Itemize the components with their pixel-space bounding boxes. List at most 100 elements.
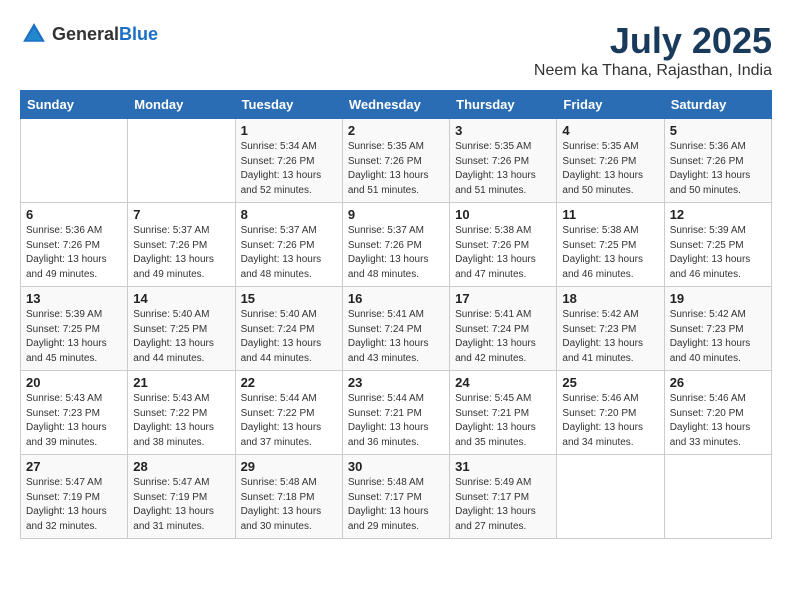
day-cell: 18 Sunrise: 5:42 AMSunset: 7:23 PMDayligh… (557, 287, 664, 371)
day-cell: 14 Sunrise: 5:40 AMSunset: 7:25 PMDayligh… (128, 287, 235, 371)
day-detail: Sunrise: 5:40 AMSunset: 7:25 PMDaylight:… (133, 308, 229, 366)
day-cell: 4 Sunrise: 5:35 AMSunset: 7:26 PMDaylight… (557, 119, 664, 203)
day-cell: 10Sunrise: 5:38 AMSunset: 7:26 PMDayligh… (450, 203, 557, 287)
day-cell: 30 Sunrise: 5:48 AMSunset: 7:17 PMDayligh… (342, 455, 449, 539)
weekday-header-tuesday: Tuesday (235, 91, 342, 119)
day-detail: Sunrise: 5:47 AMSunset: 7:19 PMDaylight:… (26, 476, 122, 534)
day-cell: 9Sunrise: 5:37 AMSunset: 7:26 PMDaylight… (342, 203, 449, 287)
month-title: July 2025 (534, 20, 772, 62)
day-detail: Sunrise: 5:39 AMSunset: 7:25 PMDaylight:… (670, 224, 766, 282)
day-cell: 11 Sunrise: 5:38 AMSunset: 7:25 PMDayligh… (557, 203, 664, 287)
day-number: 3 (455, 123, 551, 138)
day-cell: 12 Sunrise: 5:39 AMSunset: 7:25 PMDayligh… (664, 203, 771, 287)
logo: GeneralBlue (20, 20, 158, 48)
weekday-header-friday: Friday (557, 91, 664, 119)
day-detail: Sunrise: 5:37 AMSunset: 7:26 PMDaylight:… (241, 224, 337, 282)
day-detail: Sunrise: 5:39 AMSunset: 7:25 PMDaylight:… (26, 308, 122, 366)
day-detail: Sunrise: 5:35 AMSunset: 7:26 PMDaylight:… (562, 140, 658, 198)
day-detail: Sunrise: 5:43 AMSunset: 7:22 PMDaylight:… (133, 392, 229, 450)
day-number: 13 (26, 291, 122, 306)
week-row-3: 13 Sunrise: 5:39 AMSunset: 7:25 PMDayligh… (21, 287, 772, 371)
day-number: 16 (348, 291, 444, 306)
location-title: Neem ka Thana, Rajasthan, India (534, 62, 772, 80)
day-cell: 3 Sunrise: 5:35 AMSunset: 7:26 PMDaylight… (450, 119, 557, 203)
day-number: 23 (348, 375, 444, 390)
day-number: 18 (562, 291, 658, 306)
day-detail: Sunrise: 5:36 AMSunset: 7:26 PMDaylight:… (26, 224, 122, 282)
day-number: 12 (670, 207, 766, 222)
day-cell (557, 455, 664, 539)
day-number: 1 (241, 123, 337, 138)
week-row-4: 20 Sunrise: 5:43 AMSunset: 7:23 PMDayligh… (21, 371, 772, 455)
day-detail: Sunrise: 5:44 AMSunset: 7:22 PMDaylight:… (241, 392, 337, 450)
day-cell: 27 Sunrise: 5:47 AMSunset: 7:19 PMDayligh… (21, 455, 128, 539)
day-detail: Sunrise: 5:35 AMSunset: 7:26 PMDaylight:… (455, 140, 551, 198)
day-number: 19 (670, 291, 766, 306)
calendar-table: SundayMondayTuesdayWednesdayThursdayFrid… (20, 90, 772, 539)
day-number: 27 (26, 459, 122, 474)
day-number: 15 (241, 291, 337, 306)
day-number: 7 (133, 207, 229, 222)
week-row-2: 6 Sunrise: 5:36 AMSunset: 7:26 PMDaylight… (21, 203, 772, 287)
day-cell (664, 455, 771, 539)
day-detail: Sunrise: 5:48 AMSunset: 7:18 PMDaylight:… (241, 476, 337, 534)
day-cell: 20 Sunrise: 5:43 AMSunset: 7:23 PMDayligh… (21, 371, 128, 455)
day-number: 29 (241, 459, 337, 474)
day-number: 20 (26, 375, 122, 390)
weekday-header-wednesday: Wednesday (342, 91, 449, 119)
day-detail: Sunrise: 5:41 AMSunset: 7:24 PMDaylight:… (455, 308, 551, 366)
day-cell: 29 Sunrise: 5:48 AMSunset: 7:18 PMDayligh… (235, 455, 342, 539)
day-cell: 8 Sunrise: 5:37 AMSunset: 7:26 PMDaylight… (235, 203, 342, 287)
day-cell: 28Sunrise: 5:47 AMSunset: 7:19 PMDayligh… (128, 455, 235, 539)
week-row-1: 1 Sunrise: 5:34 AMSunset: 7:26 PMDaylight… (21, 119, 772, 203)
header: GeneralBlue July 2025 Neem ka Thana, Raj… (20, 20, 772, 80)
day-detail: Sunrise: 5:47 AMSunset: 7:19 PMDaylight:… (133, 476, 229, 534)
week-row-5: 27 Sunrise: 5:47 AMSunset: 7:19 PMDayligh… (21, 455, 772, 539)
day-number: 25 (562, 375, 658, 390)
weekday-header-row: SundayMondayTuesdayWednesdayThursdayFrid… (21, 91, 772, 119)
day-number: 5 (670, 123, 766, 138)
day-detail: Sunrise: 5:42 AMSunset: 7:23 PMDaylight:… (562, 308, 658, 366)
day-detail: Sunrise: 5:43 AMSunset: 7:23 PMDaylight:… (26, 392, 122, 450)
day-number: 30 (348, 459, 444, 474)
day-number: 8 (241, 207, 337, 222)
day-number: 11 (562, 207, 658, 222)
day-cell: 13 Sunrise: 5:39 AMSunset: 7:25 PMDayligh… (21, 287, 128, 371)
day-detail: Sunrise: 5:34 AMSunset: 7:26 PMDaylight:… (241, 140, 337, 198)
day-number: 17 (455, 291, 551, 306)
day-cell: 7 Sunrise: 5:37 AMSunset: 7:26 PMDaylight… (128, 203, 235, 287)
day-cell: 22 Sunrise: 5:44 AMSunset: 7:22 PMDayligh… (235, 371, 342, 455)
day-number: 22 (241, 375, 337, 390)
day-cell: 5 Sunrise: 5:36 AMSunset: 7:26 PMDaylight… (664, 119, 771, 203)
day-detail: Sunrise: 5:36 AMSunset: 7:26 PMDaylight:… (670, 140, 766, 198)
weekday-header-monday: Monday (128, 91, 235, 119)
day-cell: 16Sunrise: 5:41 AMSunset: 7:24 PMDayligh… (342, 287, 449, 371)
day-cell: 23 Sunrise: 5:44 AMSunset: 7:21 PMDayligh… (342, 371, 449, 455)
logo-text-blue: Blue (119, 24, 158, 44)
day-number: 26 (670, 375, 766, 390)
day-cell: 31Sunrise: 5:49 AMSunset: 7:17 PMDayligh… (450, 455, 557, 539)
day-cell (21, 119, 128, 203)
day-detail: Sunrise: 5:48 AMSunset: 7:17 PMDaylight:… (348, 476, 444, 534)
day-number: 14 (133, 291, 229, 306)
day-number: 9 (348, 207, 444, 222)
day-number: 6 (26, 207, 122, 222)
day-cell: 2Sunrise: 5:35 AMSunset: 7:26 PMDaylight… (342, 119, 449, 203)
day-cell: 15Sunrise: 5:40 AMSunset: 7:24 PMDayligh… (235, 287, 342, 371)
day-cell: 19Sunrise: 5:42 AMSunset: 7:23 PMDayligh… (664, 287, 771, 371)
day-cell (128, 119, 235, 203)
day-detail: Sunrise: 5:45 AMSunset: 7:21 PMDaylight:… (455, 392, 551, 450)
day-detail: Sunrise: 5:38 AMSunset: 7:25 PMDaylight:… (562, 224, 658, 282)
weekday-header-sunday: Sunday (21, 91, 128, 119)
day-detail: Sunrise: 5:46 AMSunset: 7:20 PMDaylight:… (670, 392, 766, 450)
day-detail: Sunrise: 5:44 AMSunset: 7:21 PMDaylight:… (348, 392, 444, 450)
day-number: 10 (455, 207, 551, 222)
day-number: 31 (455, 459, 551, 474)
day-detail: Sunrise: 5:37 AMSunset: 7:26 PMDaylight:… (133, 224, 229, 282)
day-number: 4 (562, 123, 658, 138)
day-cell: 26 Sunrise: 5:46 AMSunset: 7:20 PMDayligh… (664, 371, 771, 455)
day-number: 21 (133, 375, 229, 390)
logo-icon (20, 20, 48, 48)
day-number: 2 (348, 123, 444, 138)
day-detail: Sunrise: 5:46 AMSunset: 7:20 PMDaylight:… (562, 392, 658, 450)
